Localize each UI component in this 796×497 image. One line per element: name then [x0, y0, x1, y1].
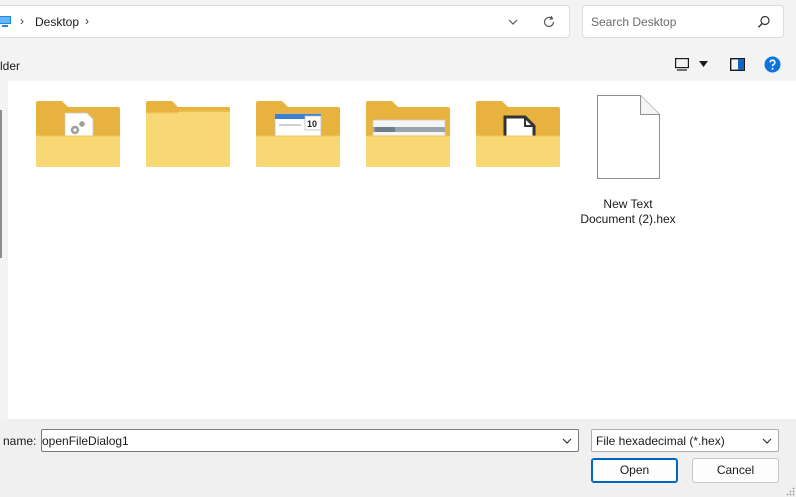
nav-pane-scrollbar[interactable] — [0, 110, 2, 258]
search-box[interactable] — [582, 5, 784, 38]
breadcrumb-desktop[interactable]: Desktop — [35, 15, 79, 29]
chevron-down-icon[interactable] — [699, 61, 708, 67]
file-list-view[interactable]: 10 New Text Document (2).hex — [8, 81, 796, 419]
search-icon[interactable] — [757, 15, 771, 29]
chevron-down-icon[interactable] — [507, 16, 519, 28]
view-layout-icon[interactable] — [675, 58, 689, 71]
folder-document-icon — [476, 101, 560, 167]
folder-item[interactable] — [475, 93, 561, 243]
folder-window-icon — [366, 101, 450, 167]
this-pc-icon — [0, 16, 11, 27]
new-folder-button[interactable]: lder — [0, 59, 20, 73]
help-icon[interactable] — [764, 56, 781, 73]
file-name-label: name: — [3, 434, 37, 448]
file-item[interactable]: New Text Document (2).hex — [580, 93, 676, 243]
folder-item[interactable] — [35, 93, 121, 243]
file-type-value: File hexadecimal (*.hex) — [596, 434, 725, 448]
resize-grip-icon[interactable] — [786, 487, 795, 496]
file-name-label: New Text Document (2).hex — [580, 197, 676, 226]
breadcrumb-separator[interactable]: › — [85, 14, 89, 28]
search-input[interactable] — [591, 13, 751, 31]
calendar-badge-text: 10 — [307, 119, 317, 129]
chevron-down-icon[interactable] — [762, 438, 772, 444]
cancel-button[interactable]: Cancel — [692, 458, 779, 483]
address-bar[interactable]: › Desktop › — [0, 5, 570, 38]
chevron-down-icon[interactable] — [562, 438, 572, 444]
folder-settings-icon — [36, 101, 120, 167]
folder-item[interactable] — [145, 93, 231, 243]
file-name-input[interactable] — [42, 432, 542, 449]
blank-file-icon — [597, 95, 660, 179]
open-button[interactable]: Open — [591, 458, 678, 483]
folder-calendar-icon: 10 — [256, 101, 340, 167]
preview-pane-icon[interactable] — [730, 58, 745, 71]
breadcrumb-separator[interactable]: › — [20, 14, 24, 28]
file-type-select[interactable]: File hexadecimal (*.hex) — [591, 429, 779, 452]
refresh-icon[interactable] — [542, 15, 556, 29]
file-name-combobox[interactable] — [41, 429, 579, 452]
folder-icon — [146, 101, 230, 167]
folder-item[interactable] — [365, 93, 451, 243]
folder-item[interactable]: 10 — [255, 93, 341, 243]
